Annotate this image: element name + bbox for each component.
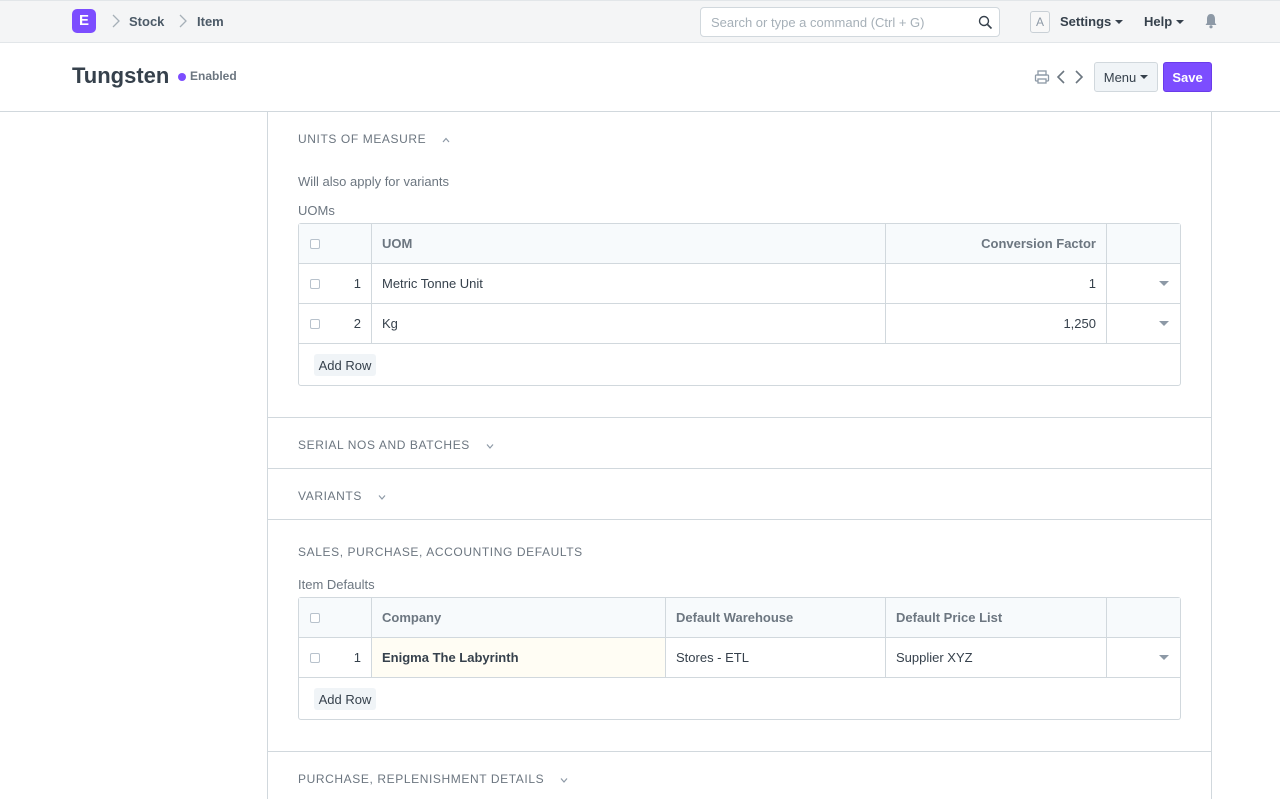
breadcrumb-stock[interactable]: Stock [129, 14, 164, 29]
company-cell[interactable]: Enigma The Labyrinth [372, 638, 666, 677]
section-units-of-measure: Units of Measure Will also apply for var… [268, 112, 1211, 418]
conversion-factor-cell[interactable]: 1 [886, 264, 1107, 303]
row-actions-cell[interactable] [1107, 264, 1180, 303]
help-label: Help [1144, 14, 1173, 29]
breadcrumb-chevron-icon [179, 14, 187, 28]
table-row[interactable]: 1 Metric Tonne Unit 1 [299, 264, 1180, 304]
search-input[interactable] [701, 8, 961, 36]
section-header-uom[interactable]: Units of Measure [298, 132, 450, 146]
status-badge: Enabled [190, 69, 237, 83]
section-header-defaults[interactable]: Sales, Purchase, Accounting Defaults [298, 545, 583, 559]
page-title: Tungsten [72, 63, 170, 88]
section-title: Variants [298, 489, 362, 503]
bell-icon[interactable] [1204, 13, 1218, 29]
add-row-button[interactable]: Add Row [314, 688, 376, 710]
header-select-cell [299, 598, 372, 637]
menu-button[interactable]: Menu [1094, 62, 1158, 92]
breadcrumb-item[interactable]: Item [197, 14, 224, 29]
item-form: Units of Measure Will also apply for var… [267, 112, 1212, 799]
help-dropdown[interactable]: Help [1144, 14, 1185, 29]
warehouse-cell[interactable]: Stores - ETL [666, 638, 886, 677]
caret-down-icon [1140, 75, 1149, 80]
row-select-cell: 1 [299, 264, 372, 303]
section-title: Serial Nos and Batches [298, 438, 470, 452]
search-icon[interactable] [978, 15, 993, 30]
status-indicator-dot [178, 73, 186, 81]
row-index: 1 [353, 650, 361, 665]
section-header-variants[interactable]: Variants [298, 489, 386, 503]
section-title: Sales, Purchase, Accounting Defaults [298, 545, 583, 559]
caret-down-icon[interactable] [1159, 281, 1169, 286]
row-index: 1 [353, 276, 361, 291]
row-select-cell: 2 [299, 304, 372, 343]
add-row-button[interactable]: Add Row [314, 354, 376, 376]
caret-down-icon[interactable] [1159, 321, 1169, 326]
uom-cell[interactable]: Metric Tonne Unit [372, 264, 886, 303]
search-bar[interactable] [700, 7, 1000, 37]
chevron-up-icon [442, 137, 450, 143]
next-icon[interactable] [1070, 69, 1086, 85]
section-title: Purchase, Replenishment Details [298, 772, 545, 786]
variants-note: Will also apply for variants [298, 174, 449, 189]
uom-grid: UOM Conversion Factor 1 Metric Tonne Uni… [298, 223, 1181, 386]
header-actions-cell [1107, 224, 1180, 263]
column-header-uom: UOM [372, 224, 886, 263]
prev-icon[interactable] [1054, 69, 1070, 85]
chevron-down-icon [378, 494, 386, 500]
uom-cell[interactable]: Kg [372, 304, 886, 343]
select-all-checkbox[interactable] [310, 239, 320, 249]
chevron-down-icon [486, 443, 494, 449]
column-header-default-warehouse: Default Warehouse [666, 598, 886, 637]
column-header-conversion-factor: Conversion Factor [886, 224, 1107, 263]
row-checkbox[interactable] [310, 279, 320, 289]
section-defaults: Sales, Purchase, Accounting Defaults Ite… [268, 520, 1211, 752]
row-actions-cell[interactable] [1107, 304, 1180, 343]
price-list-cell[interactable]: Supplier XYZ [886, 638, 1107, 677]
settings-dropdown[interactable]: Settings [1060, 14, 1124, 29]
section-purchase: Purchase, Replenishment Details [268, 752, 1211, 799]
caret-down-icon [1115, 19, 1124, 24]
grid-label-uoms: UOMs [298, 203, 335, 218]
item-defaults-grid: Company Default Warehouse Default Price … [298, 597, 1181, 720]
chevron-down-icon [560, 777, 568, 783]
section-serial-nos: Serial Nos and Batches [268, 418, 1211, 469]
print-icon[interactable] [1034, 69, 1050, 85]
save-button[interactable]: Save [1163, 62, 1212, 92]
grid-header-row: UOM Conversion Factor [299, 224, 1180, 264]
column-header-default-price-list: Default Price List [886, 598, 1107, 637]
row-actions-cell[interactable] [1107, 638, 1180, 677]
header-select-cell [299, 224, 372, 263]
table-row[interactable]: 2 Kg 1,250 [299, 304, 1180, 344]
avatar[interactable]: A [1030, 11, 1050, 33]
navbar: E Stock Item A Settings Help [0, 0, 1280, 43]
app-logo[interactable]: E [72, 9, 96, 33]
row-select-cell: 1 [299, 638, 372, 677]
caret-down-icon[interactable] [1159, 655, 1169, 660]
row-checkbox[interactable] [310, 319, 320, 329]
section-header-serial[interactable]: Serial Nos and Batches [298, 438, 494, 452]
settings-label: Settings [1060, 14, 1112, 29]
row-checkbox[interactable] [310, 653, 320, 663]
section-title: Units of Measure [298, 132, 427, 146]
header-actions-cell [1107, 598, 1180, 637]
section-header-purchase[interactable]: Purchase, Replenishment Details [298, 772, 568, 786]
column-header-company: Company [372, 598, 666, 637]
page-head: Tungsten Enabled Menu Save [0, 43, 1280, 112]
conversion-factor-cell[interactable]: 1,250 [886, 304, 1107, 343]
row-index: 2 [353, 316, 361, 331]
caret-down-icon [1176, 19, 1185, 24]
select-all-checkbox[interactable] [310, 613, 320, 623]
table-row[interactable]: 1 Enigma The Labyrinth Stores - ETL Supp… [299, 638, 1180, 678]
grid-header-row: Company Default Warehouse Default Price … [299, 598, 1180, 638]
breadcrumb-chevron-icon [112, 14, 120, 28]
menu-label: Menu [1103, 69, 1137, 85]
section-variants: Variants [268, 469, 1211, 520]
grid-label-item-defaults: Item Defaults [298, 577, 375, 592]
